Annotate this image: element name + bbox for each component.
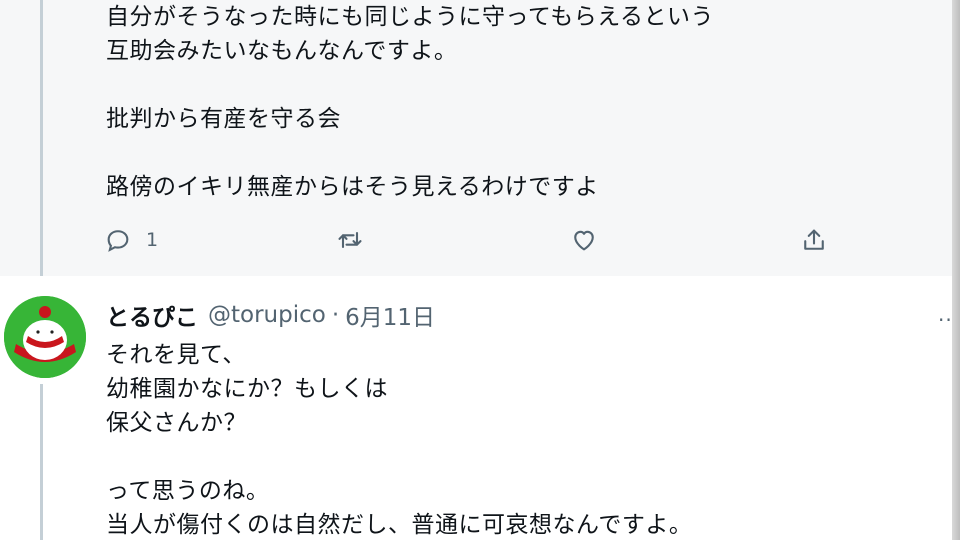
reply-count: 1 xyxy=(146,229,159,251)
like-button[interactable] xyxy=(570,222,612,258)
tweet-text-line: 自分がそうなった時にも同じように守ってもらえるという xyxy=(106,4,715,30)
tweet-text-line: 保父さんか？ xyxy=(106,410,247,436)
tweet-text-line: 幼稚園かなにか？もしくは xyxy=(106,376,388,402)
retweet-button[interactable] xyxy=(336,222,378,258)
tweet-text-line: って思うのね。 xyxy=(106,478,270,504)
thread-line xyxy=(40,0,43,276)
tweet-date[interactable]: 6月11日 xyxy=(345,298,435,332)
reply-icon xyxy=(107,230,129,252)
heart-icon xyxy=(574,230,594,251)
separator: · xyxy=(331,302,340,328)
avatar[interactable] xyxy=(4,296,86,378)
tweet-text-line: 互助会みたいなもんなんですよ。 xyxy=(106,38,458,64)
tweet-text-line: 批判から有産を守る会 xyxy=(106,106,341,132)
tweet-actions: 1 xyxy=(104,222,844,258)
tweet-header: とるぴこ @torupico · 6月11日 xyxy=(106,298,435,332)
thread-line xyxy=(40,384,43,540)
retweet-icon xyxy=(338,231,362,249)
window-edge xyxy=(952,0,960,540)
tweet-text-line: 路傍のイキリ無産からはそう見えるわけですよ xyxy=(106,174,599,200)
share-button[interactable] xyxy=(800,222,828,258)
tweet-text-line: 当人が傷付くのは自然だし、普通に可哀想なんですよ。 xyxy=(106,512,693,538)
tweet-text-line: それを見て、 xyxy=(106,342,246,368)
author-name[interactable]: とるぴこ xyxy=(106,298,198,332)
author-handle[interactable]: @torupico xyxy=(208,302,326,328)
reply-button[interactable]: 1 xyxy=(104,222,158,258)
share-icon xyxy=(804,229,824,250)
more-icon[interactable]: ·· xyxy=(938,308,953,332)
